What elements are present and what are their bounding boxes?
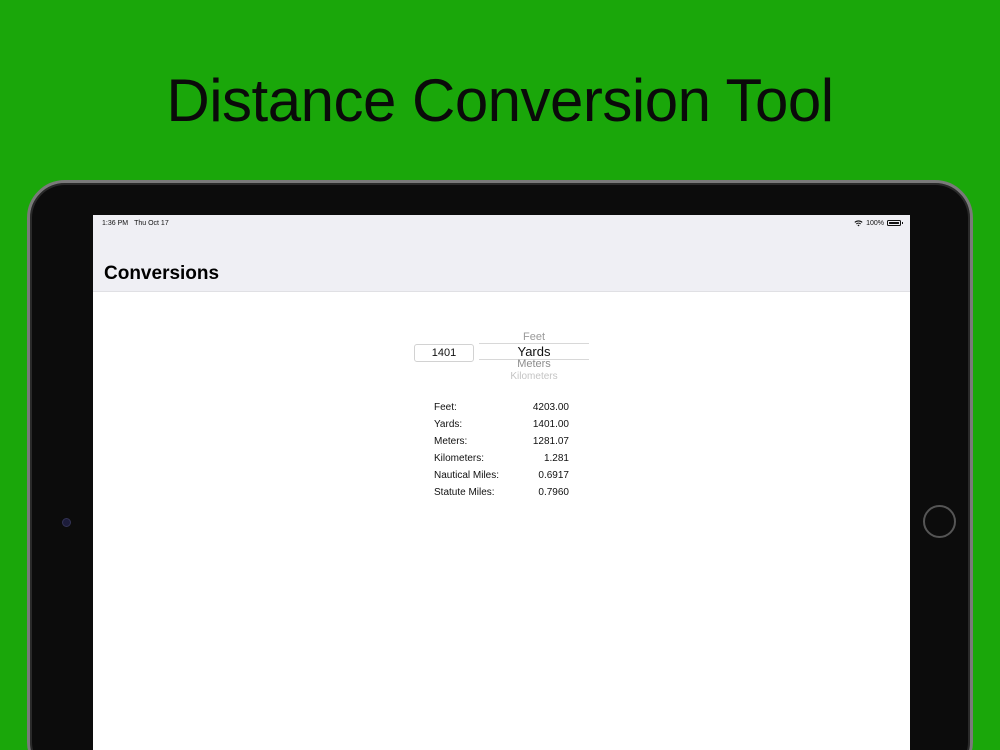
result-label: Yards:: [434, 419, 463, 430]
result-row-kilometers: Kilometers: 1.281: [434, 450, 569, 467]
result-value: 1401.00: [532, 419, 569, 430]
headline: Distance Conversion Tool: [166, 67, 834, 134]
picker-option-feet[interactable]: Feet: [479, 331, 589, 343]
page-title: Conversions: [104, 263, 220, 284]
picker-option-kilometers[interactable]: Kilometers: [479, 371, 589, 379]
navigation-bar: 1:36 PM Thu Oct 17 100% Conversions: [93, 215, 910, 292]
screen: 1:36 PM Thu Oct 17 100% Conversions Feet …: [93, 215, 910, 750]
wifi-icon: [854, 220, 863, 227]
result-row-feet: Feet: 4203.00: [434, 399, 569, 416]
result-value: 1.281: [543, 453, 569, 464]
picker-option-yards[interactable]: Yards: [479, 344, 589, 359]
status-indicators: 100%: [854, 219, 903, 227]
picker-option-meters[interactable]: Meters: [479, 358, 589, 370]
distance-input[interactable]: [414, 344, 474, 362]
result-value: 4203.00: [532, 402, 569, 413]
result-label: Statute Miles:: [434, 487, 495, 498]
result-label: Meters:: [434, 436, 468, 447]
battery-icon: [887, 220, 903, 226]
camera-icon: [62, 518, 71, 527]
results-list: Feet: 4203.00 Yards: 1401.00 Meters: 128…: [434, 399, 569, 501]
result-label: Nautical Miles:: [434, 470, 500, 481]
ipad-frame: 1:36 PM Thu Oct 17 100% Conversions Feet …: [27, 180, 973, 750]
result-value: 0.7960: [538, 487, 569, 498]
result-label: Kilometers:: [434, 453, 485, 464]
result-row-statute-miles: Statute Miles: 0.7960: [434, 484, 569, 501]
home-button[interactable]: [923, 505, 956, 538]
result-row-nautical-miles: Nautical Miles: 0.6917: [434, 467, 569, 484]
result-row-meters: Meters: 1281.07: [434, 433, 569, 450]
status-time: 1:36 PM: [102, 220, 129, 227]
unit-picker[interactable]: Feet Yards Meters Kilometers: [479, 327, 589, 379]
result-row-yards: Yards: 1401.00: [434, 416, 569, 433]
result-value: 1281.07: [532, 436, 569, 447]
result-label: Feet:: [434, 402, 457, 413]
status-date: Thu Oct 17: [134, 220, 169, 227]
result-value: 0.6917: [538, 470, 569, 481]
status-time-date: 1:36 PM Thu Oct 17: [102, 220, 169, 227]
battery-percent: 100%: [866, 219, 884, 227]
